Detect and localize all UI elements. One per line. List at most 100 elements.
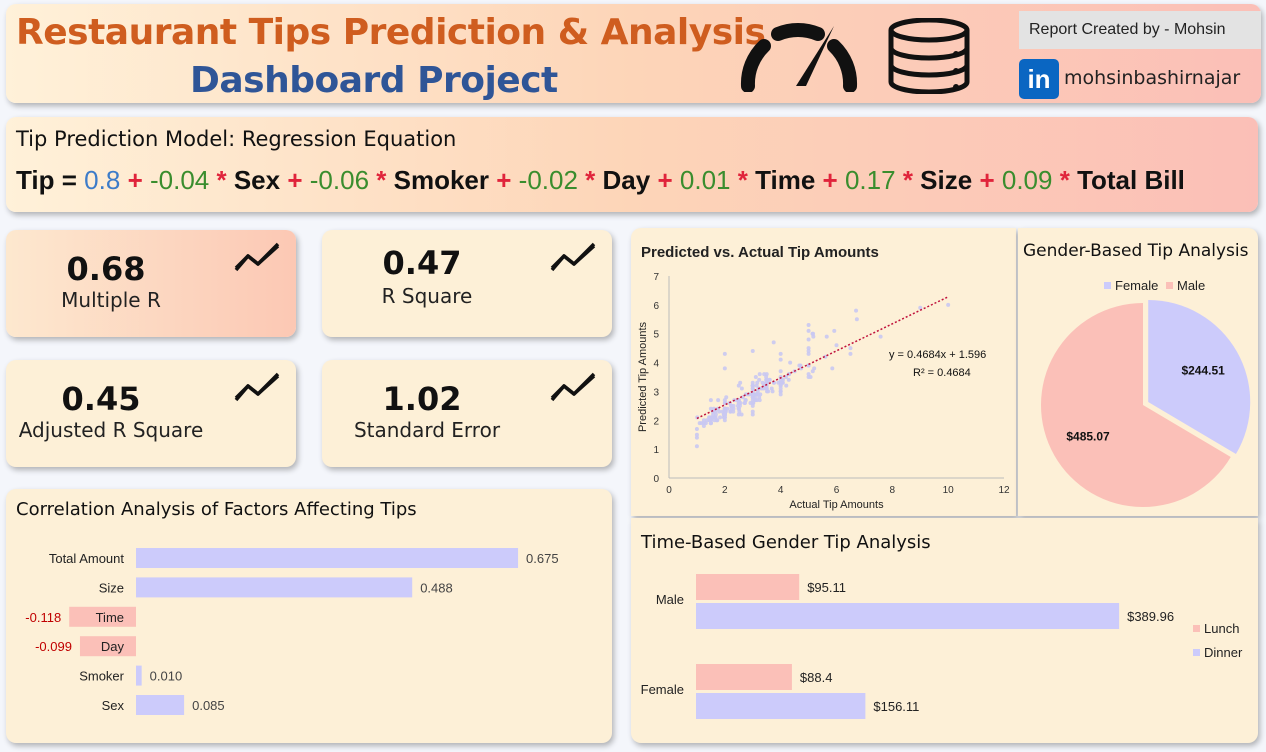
y-tick-label: 4 xyxy=(653,359,659,370)
category-label: Size xyxy=(99,580,124,595)
scatter-chart-title: Predicted vs. Actual Tip Amounts xyxy=(641,244,879,261)
pie-chart-title: Gender-Based Tip Analysis xyxy=(1023,241,1249,261)
value-label: $389.96 xyxy=(1127,609,1174,624)
equation-coefficient: 0.01 xyxy=(679,165,731,195)
scatter-point xyxy=(736,406,741,411)
equation-coefficient: -0.04 xyxy=(149,165,210,195)
pie-chart: Female Male $244.51 $485.07 xyxy=(1041,278,1251,507)
correlation-bar xyxy=(136,665,142,686)
scatter-point xyxy=(778,369,783,374)
scatter-point xyxy=(753,375,758,379)
legend-swatch xyxy=(1193,649,1200,656)
scatter-point xyxy=(878,334,883,339)
scatter-point xyxy=(729,403,734,408)
legend-label: Dinner xyxy=(1204,645,1243,660)
scatter-point xyxy=(784,383,789,388)
scatter-point xyxy=(778,357,783,362)
scatter-point xyxy=(739,386,744,391)
scatter-point xyxy=(778,389,783,394)
kpi-adjusted-r-square: 0.45 Adjusted R Square xyxy=(6,360,296,467)
equation-variable: Time xyxy=(755,165,816,195)
scatter-point xyxy=(742,400,747,405)
correlation-chart: Total Amount 0.675 Size 0.488 Time -0.118 Day -… xyxy=(25,548,559,715)
correlation-bar xyxy=(136,695,185,715)
scatter-point xyxy=(716,398,721,403)
scatter-point xyxy=(694,426,699,431)
kpi-value: 1.02 xyxy=(382,380,462,418)
equation-intercept: 0.8 xyxy=(84,165,121,195)
scatter-point xyxy=(728,409,733,414)
category-label: Smoker xyxy=(79,669,124,684)
category-label: Total Amount xyxy=(49,551,125,566)
value-label: 0.085 xyxy=(192,698,225,713)
scatter-chart-panel: 0 2 4 6 8 10 12 0 1 2 3 4 5 6 7 Actual Tip Amounts Predi… xyxy=(631,228,1016,516)
y-tick-label: 0 xyxy=(653,474,659,485)
equation-variable: Size xyxy=(920,165,973,195)
scatter-point xyxy=(708,406,713,411)
x-tick-label: 8 xyxy=(890,485,896,496)
legend-swatch xyxy=(1193,625,1200,632)
time-gender-chart-panel: Male $95.11 $389.96 Female $88.4 $156.11 Lunch… xyxy=(631,518,1258,743)
trend-chart-icon xyxy=(550,372,596,402)
scatter-point xyxy=(708,418,713,423)
scatter-point xyxy=(811,331,816,336)
trend-chart-icon xyxy=(234,372,280,402)
time-gender-bar xyxy=(696,574,800,600)
scatter-point xyxy=(806,328,811,333)
kpi-standard-error: 1.02 Standard Error xyxy=(322,360,612,467)
kpi-value: 0.68 xyxy=(66,250,146,288)
value-label: 0.010 xyxy=(150,669,183,684)
equation-variable: Total Bill xyxy=(1077,165,1185,195)
report-credit: Report Created by - Mohsin xyxy=(1019,11,1261,49)
kpi-r-square: 0.47 R Square xyxy=(322,230,612,337)
trend-chart-icon xyxy=(550,242,596,272)
equation-multiply: * xyxy=(585,165,596,195)
kpi-value: 0.47 xyxy=(382,244,462,282)
scatter-point xyxy=(750,386,755,391)
scatter-point xyxy=(722,351,727,356)
dashboard-subtitle: Dashboard Project xyxy=(190,60,558,101)
linkedin-handle[interactable]: mohsinbashirnajar xyxy=(1064,67,1240,89)
scatter-point xyxy=(755,392,760,397)
scatter-point xyxy=(806,337,811,342)
time-gender-bar xyxy=(696,603,1120,629)
scatter-point xyxy=(750,412,755,417)
x-tick-label: 10 xyxy=(943,485,955,496)
scatter-point xyxy=(722,412,727,417)
equation-plus: + xyxy=(822,165,838,195)
kpi-label: Standard Error xyxy=(353,418,501,442)
legend-label: Male xyxy=(1177,278,1205,293)
x-tick-label: 4 xyxy=(778,485,784,496)
equation-plus: + xyxy=(979,165,995,195)
legend-label: Lunch xyxy=(1204,621,1239,636)
scatter-point xyxy=(769,386,774,391)
scatter-point xyxy=(771,340,776,345)
database-icon xyxy=(888,18,970,94)
time-gender-chart-title: Time-Based Gender Tip Analysis xyxy=(641,532,931,553)
scatter-point xyxy=(786,377,791,382)
scatter-chart: 0 2 4 6 8 10 1201234567Actual Tip AmountsPredi… xyxy=(637,272,1010,511)
value-label: $95.11 xyxy=(807,580,846,595)
y-tick-label: 5 xyxy=(653,330,659,341)
scatter-point xyxy=(762,372,767,377)
scatter-point xyxy=(797,363,802,368)
category-label: Male xyxy=(656,592,684,607)
kpi-label: Multiple R xyxy=(61,288,161,312)
regression-equation: Tip = 0.8 + -0.04 * Sex + -0.06 * Smoker… xyxy=(16,165,1185,196)
value-label: -0.099 xyxy=(35,639,72,654)
scatter-point xyxy=(757,377,762,382)
linkedin-icon[interactable]: in xyxy=(1019,59,1059,99)
equation-plus: + xyxy=(127,165,143,195)
scatter-point xyxy=(738,380,743,385)
equation-plus: + xyxy=(287,165,303,195)
equation-coefficient: -0.02 xyxy=(518,165,578,195)
regression-panel: Tip Prediction Model: Regression Equatio… xyxy=(6,117,1258,212)
scatter-point xyxy=(854,317,859,322)
equation-lhs: Tip = xyxy=(16,165,77,195)
scatter-point xyxy=(715,418,720,423)
scatter-point xyxy=(694,444,699,449)
regression-title: Tip Prediction Model: Regression Equatio… xyxy=(16,127,457,151)
y-tick-label: 7 xyxy=(653,272,659,283)
scatter-point xyxy=(711,412,716,417)
scatter-point xyxy=(810,369,815,374)
